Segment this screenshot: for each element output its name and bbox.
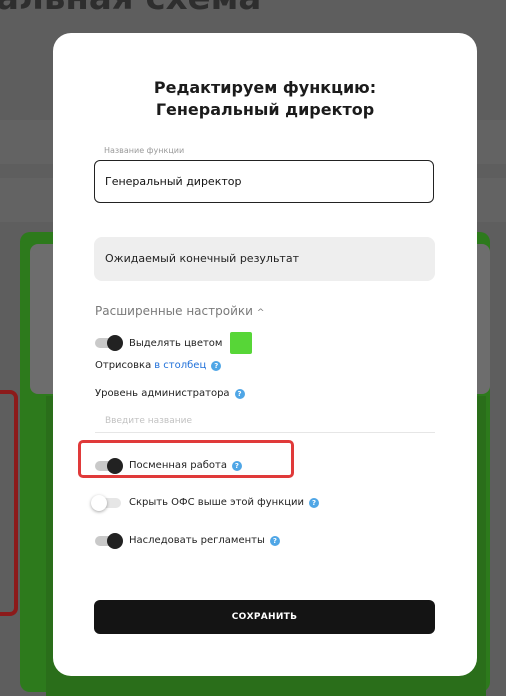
advanced-settings-label: Расширенные настройки [95,304,253,318]
help-icon[interactable]: ? [309,497,320,508]
admin-level-label: Уровень администратора [95,388,230,399]
inherit-regulations-label: Наследовать регламенты [129,535,265,546]
highlight-color-label: Выделять цветом [129,337,223,349]
help-icon[interactable]: ? [211,360,222,371]
admin-level-input[interactable] [95,409,435,433]
inherit-regulations-row: Наследовать регламенты ? [95,532,280,549]
expected-result-field[interactable]: Ожидаемый конечный результат [94,237,435,281]
highlight-color-switch[interactable] [95,335,123,351]
save-button[interactable]: СОХРАНИТЬ [94,600,435,634]
modal-title-line1: Редактируем функцию: [153,78,377,97]
color-swatch[interactable] [230,332,253,354]
hide-ofs-row: Скрыть ОФС выше этой функции ? [91,494,320,511]
function-name-input[interactable] [94,160,434,203]
switch-knob [107,532,123,549]
advanced-settings-toggle[interactable]: Расширенные настройки ^ [95,304,264,318]
switch-knob [91,494,107,511]
help-icon[interactable]: ? [269,535,280,546]
chevron-up-icon: ^ [256,308,265,318]
highlight-color-row: Выделять цветом [95,332,253,354]
annotation-highlight-frame [78,440,294,478]
rendering-label: Отрисовка [95,360,152,371]
hide-ofs-label: Скрыть ОФС выше этой функции [129,497,305,508]
rendering-row: Отрисовка в столбец ? [95,360,222,371]
hide-ofs-switch[interactable] [91,494,121,511]
inherit-regulations-switch[interactable] [95,532,123,549]
background-page-title: альная схема [0,0,261,18]
modal-title: Редактируем функцию: Генеральный директо… [53,77,477,121]
switch-knob [107,335,123,351]
admin-level-row: Уровень администратора ? [95,388,245,399]
edit-function-modal: Редактируем функцию: Генеральный директо… [53,33,477,676]
background-red-card [0,390,18,616]
rendering-mode-link[interactable]: в столбец [154,360,206,371]
function-name-label: Название функции [104,146,185,155]
help-icon[interactable]: ? [234,388,245,399]
modal-title-line2: Генеральный директор [155,100,375,119]
